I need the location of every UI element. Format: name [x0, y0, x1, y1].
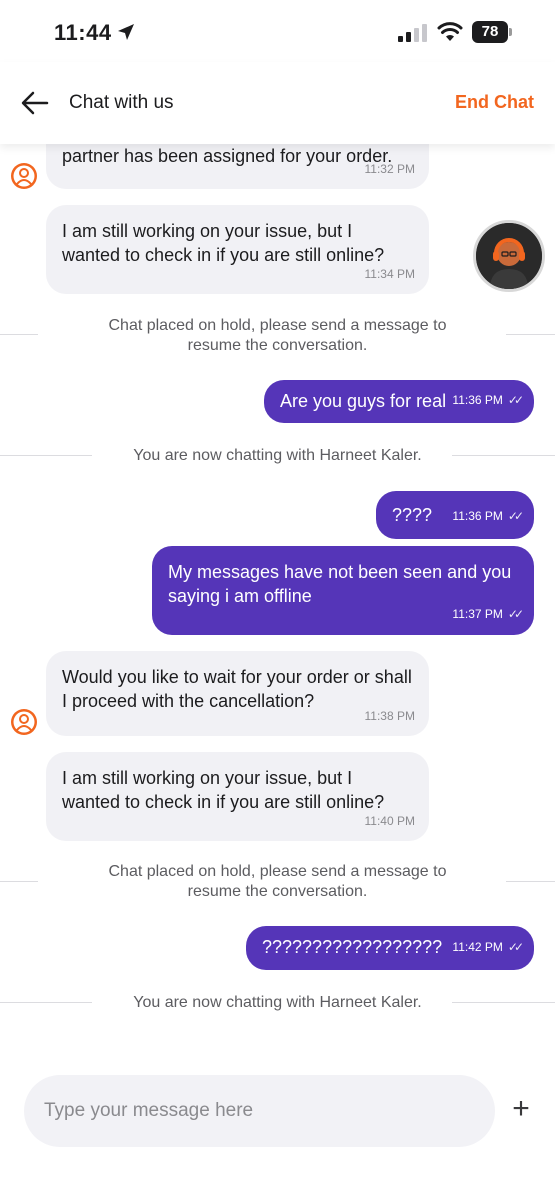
wifi-icon [437, 22, 463, 41]
message-time: 11:40 PM [364, 814, 415, 828]
battery-indicator: 78 [472, 21, 512, 43]
status-time: 11:44 [54, 20, 112, 45]
read-receipt-icon: ✓✓ [507, 940, 524, 954]
cellular-signal-icon [398, 24, 427, 42]
message-composer [24, 1075, 495, 1147]
incoming-message: partner has been assigned for your order… [46, 144, 429, 189]
system-notice: You are now chatting with Harneet Kaler. [133, 447, 422, 464]
end-chat-button[interactable]: End Chat [455, 92, 534, 113]
message-time-value: 11:37 PM [452, 607, 503, 621]
outgoing-message: Are you guys for real 11:36 PM ✓✓ [264, 380, 534, 423]
read-receipt-icon: ✓✓ [507, 393, 524, 407]
battery-level: 78 [472, 21, 508, 43]
read-receipt-icon: ✓✓ [507, 607, 524, 621]
read-receipt-icon: ✓✓ [507, 509, 524, 523]
message-input[interactable] [44, 1093, 474, 1129]
support-avatar-icon [11, 709, 37, 735]
outgoing-message: ???? 11:36 PM ✓✓ [376, 491, 534, 539]
chat-header: Chat with us End Chat [0, 62, 555, 144]
message-time: 11:32 PM [364, 162, 415, 176]
page-title: Chat with us [69, 92, 174, 113]
message-time: 11:36 PM ✓✓ [452, 388, 524, 412]
system-notice: Chat placed on hold, please send a messa… [108, 317, 447, 354]
system-notice: Chat placed on hold, please send a messa… [108, 863, 447, 900]
location-arrow-icon [118, 24, 134, 40]
message-time: 11:38 PM [364, 709, 415, 723]
agent-avatar-icon[interactable] [473, 220, 545, 292]
message-time: 11:37 PM ✓✓ [452, 602, 524, 626]
message-text: I am still working on your issue, but I … [62, 221, 385, 265]
message-time: 11:34 PM [364, 267, 415, 281]
plus-icon[interactable]: + [505, 1094, 537, 1126]
status-bar: 11:44 78 [0, 0, 555, 62]
message-time: 11:36 PM ✓✓ [452, 504, 524, 528]
message-time-value: 11:42 PM [452, 940, 503, 954]
incoming-message: Would you like to wait for your order or… [46, 651, 429, 736]
incoming-message: I am still working on your issue, but I … [46, 752, 429, 841]
message-time: 11:42 PM ✓✓ [452, 935, 524, 959]
support-avatar-icon [11, 163, 37, 189]
message-text: partner has been assigned for your order… [62, 146, 393, 166]
message-time-value: 11:36 PM [452, 393, 503, 407]
outgoing-message: ?????????????????? 11:42 PM ✓✓ [246, 926, 534, 970]
system-notice: You are now chatting with Harneet Kaler. [133, 994, 422, 1011]
chat-messages[interactable]: partner has been assigned for your order… [0, 144, 555, 1064]
message-text: I am still working on your issue, but I … [62, 768, 385, 812]
message-text: Would you like to wait for your order or… [62, 667, 412, 711]
incoming-message: I am still working on your issue, but I … [46, 205, 429, 294]
arrow-left-icon[interactable] [20, 90, 50, 116]
outgoing-message: My messages have not been seen and you s… [152, 546, 534, 635]
message-time-value: 11:36 PM [452, 509, 503, 523]
battery-tip [509, 28, 512, 36]
message-text: My messages have not been seen and you s… [168, 562, 512, 606]
